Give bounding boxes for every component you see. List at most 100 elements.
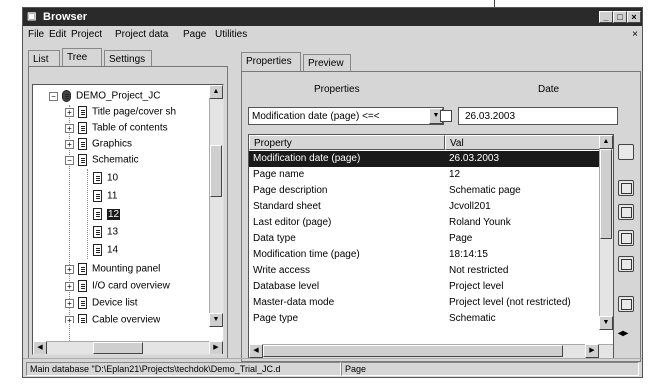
document-icon	[78, 263, 87, 275]
menu-project-data[interactable]: Project data	[115, 29, 168, 40]
scroll-up-icon[interactable]: ▲	[209, 85, 223, 99]
table-row[interactable]: Modification date (page) 26.03.2003	[249, 151, 601, 167]
paste-icon[interactable]	[618, 256, 634, 272]
table-row[interactable]: Page name 12	[249, 167, 601, 183]
save-icon[interactable]	[618, 144, 634, 160]
menu-utilities[interactable]: Utilities	[215, 29, 247, 40]
tree-node[interactable]: 13	[93, 226, 118, 242]
eplan-icon: ▣	[27, 11, 37, 22]
column-header-property[interactable]: Property	[249, 135, 445, 150]
blank-icon[interactable]	[618, 180, 634, 196]
menu-project[interactable]: Project	[71, 29, 102, 40]
background-mark	[494, 0, 495, 7]
table-row[interactable]: Write access Not restricted	[249, 263, 601, 279]
table-row[interactable]: Database level Project level	[249, 279, 601, 295]
document-icon	[78, 280, 87, 292]
table-row[interactable]: Page type Schematic	[249, 311, 601, 327]
document-icon	[78, 314, 87, 323]
status-bar: Main database "D:\Eplan21\Projects\techd…	[23, 358, 642, 377]
print-icon[interactable]	[618, 296, 634, 312]
project-tree[interactable]: − DEMO_Project_JC + Title page/cover sh + T…	[32, 84, 224, 355]
browser-window: ▣ Browser _ □ × File Edit Project Projec…	[22, 7, 643, 378]
table-row[interactable]: Master-data mode Project level (not rest…	[249, 295, 601, 311]
tree-node[interactable]: + I/O card overview	[65, 280, 170, 296]
table-row[interactable]: Modification time (page) 18:14:15	[249, 247, 601, 263]
tree-vertical-scrollbar[interactable]: ▲ ▼	[209, 85, 223, 327]
scroll-down-icon[interactable]: ▼	[599, 316, 613, 330]
back-icon[interactable]: ◂▸	[618, 328, 634, 344]
tab-settings[interactable]: Settings	[104, 50, 152, 67]
table-horizontal-scrollbar[interactable]: ◀ ▶	[249, 344, 613, 358]
tab-properties[interactable]: Properties	[241, 52, 301, 72]
tree-node[interactable]: + Cable overview	[65, 314, 160, 323]
scroll-thumb[interactable]	[263, 345, 563, 357]
expand-icon[interactable]: +	[65, 298, 74, 308]
tree-node[interactable]: + Table of contents	[65, 122, 168, 138]
tree-node[interactable]: 14	[93, 244, 118, 260]
calendar-icon[interactable]	[440, 110, 452, 122]
window-title: Browser	[43, 11, 88, 23]
page-icon	[93, 208, 102, 220]
tree-node[interactable]: 10	[93, 172, 118, 188]
title-bar: ▣ Browser _ □ ×	[23, 8, 642, 26]
tree-node[interactable]: 11	[93, 190, 117, 206]
scroll-left-icon[interactable]: ◀	[249, 344, 263, 358]
scroll-thumb[interactable]	[93, 342, 143, 354]
close-button[interactable]: ×	[627, 11, 641, 23]
expand-icon[interactable]: +	[65, 107, 74, 117]
scroll-up-icon[interactable]: ▲	[599, 135, 613, 149]
tree-node[interactable]: + Title page/cover sh	[65, 106, 176, 122]
copy-icon[interactable]	[618, 230, 634, 246]
scroll-right-icon[interactable]: ▶	[585, 344, 599, 358]
maximize-button[interactable]: □	[613, 11, 627, 23]
tab-tree[interactable]: Tree	[62, 48, 102, 67]
minimize-button[interactable]: _	[599, 11, 613, 23]
table-vertical-scrollbar[interactable]: ▲ ▼	[599, 135, 613, 330]
properties-panel: Properties Date Modification date (page)…	[241, 71, 641, 362]
date-header: Date	[538, 84, 560, 95]
collapse-icon[interactable]: −	[65, 155, 74, 165]
column-header-value[interactable]: Val	[445, 135, 601, 150]
scroll-thumb[interactable]	[210, 145, 222, 197]
page-icon	[93, 226, 102, 238]
scroll-thumb[interactable]	[600, 149, 612, 239]
close-icon[interactable]: ×	[632, 29, 638, 40]
tree-node[interactable]: + Device list	[65, 297, 138, 313]
expand-icon[interactable]: +	[65, 139, 74, 149]
tab-preview[interactable]: Preview	[303, 54, 351, 72]
table-row[interactable]: Standard sheet Jcvoll201	[249, 199, 601, 215]
scroll-down-icon[interactable]: ▼	[209, 313, 223, 327]
collapse-icon[interactable]: −	[49, 91, 58, 101]
document-icon	[78, 138, 87, 150]
date-input[interactable]: 26.03.2003	[458, 107, 618, 125]
project-icon	[62, 90, 71, 102]
tree-node-selected[interactable]: 12	[93, 208, 121, 224]
tab-list[interactable]: List	[28, 50, 60, 67]
table-row[interactable]: Last editor (page) Roland Younk	[249, 215, 601, 231]
table-row[interactable]: Page description Schematic page	[249, 183, 601, 199]
scroll-right-icon[interactable]: ▶	[209, 341, 223, 354]
tree-node[interactable]: + Graphics	[65, 138, 132, 154]
tree-node[interactable]: − DEMO_Project_JC	[49, 90, 160, 106]
menu-page[interactable]: Page	[183, 29, 206, 40]
status-database: Main database "D:\Eplan21\Projects\techd…	[26, 362, 341, 376]
document-icon	[78, 122, 87, 134]
menu-edit[interactable]: Edit	[49, 29, 66, 40]
tree-horizontal-scrollbar[interactable]: ◀ ▶	[33, 341, 223, 354]
properties-header: Properties	[314, 84, 360, 95]
tree-node[interactable]: − Schematic	[65, 154, 139, 170]
property-filter-select[interactable]: Modification date (page) <=< ▼	[248, 107, 444, 125]
menu-file[interactable]: File	[28, 29, 44, 40]
table-row[interactable]: Data type Page	[249, 231, 601, 247]
tree-node[interactable]: + Mounting panel	[65, 263, 160, 279]
expand-icon[interactable]: +	[65, 315, 74, 323]
page-icon	[93, 244, 102, 256]
expand-icon[interactable]: +	[65, 123, 74, 133]
properties-table: Property Val Modification date (page) 26…	[248, 134, 614, 359]
scroll-left-icon[interactable]: ◀	[33, 341, 47, 354]
status-mode: Page	[341, 362, 639, 376]
edit-icon[interactable]	[618, 204, 634, 220]
expand-icon[interactable]: +	[65, 281, 74, 291]
expand-icon[interactable]: +	[65, 264, 74, 274]
page-icon	[93, 190, 102, 202]
